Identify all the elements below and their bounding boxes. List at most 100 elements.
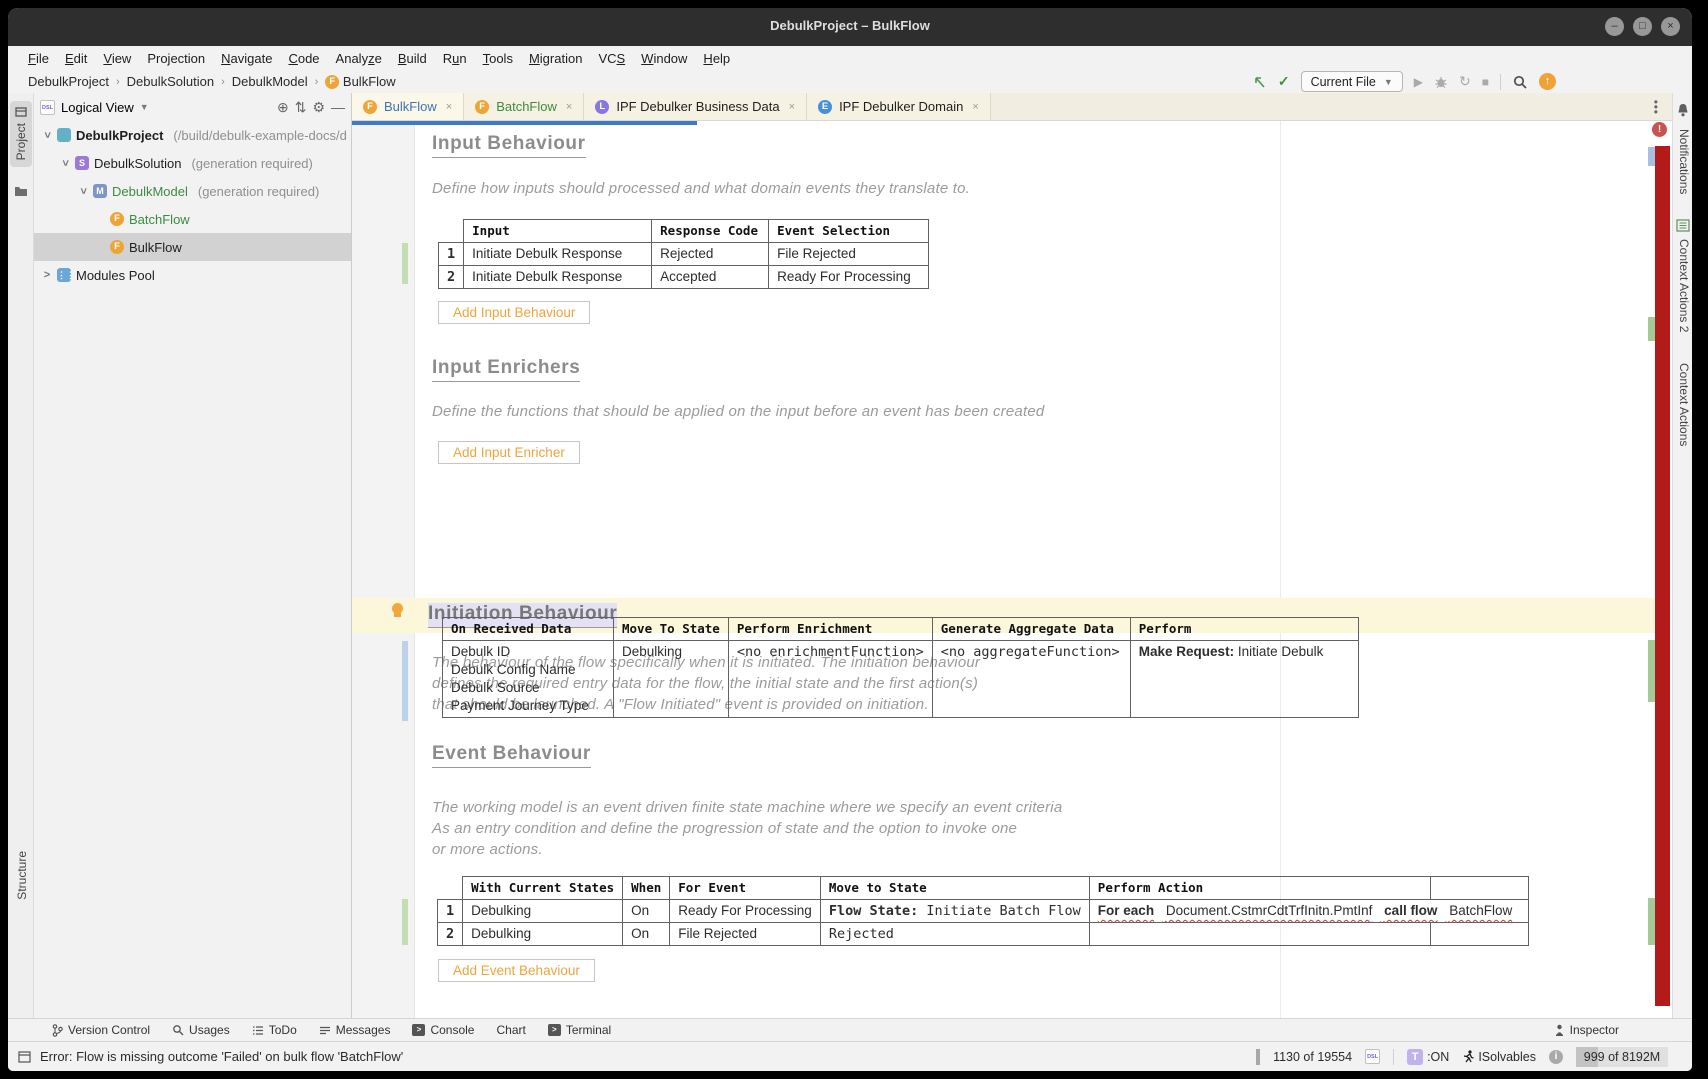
locate-file-icon[interactable]: ⊕ bbox=[277, 99, 289, 116]
context-actions-list-icon[interactable] bbox=[1676, 219, 1690, 232]
menu-file[interactable]: File bbox=[20, 51, 57, 66]
folder-icon[interactable] bbox=[14, 185, 28, 197]
tree-row-modules-pool[interactable]: > ⋮⋮ Modules Pool bbox=[34, 261, 351, 289]
info-icon[interactable]: i bbox=[1549, 1050, 1563, 1064]
view-selector[interactable]: Logical View bbox=[61, 100, 134, 115]
menu-run[interactable]: Run bbox=[435, 51, 475, 66]
tree-row-solution[interactable]: > S DebulkSolution (generation required) bbox=[34, 149, 351, 177]
tool-window-todo[interactable]: ToDo bbox=[252, 1023, 297, 1037]
memory-indicator-widget[interactable]: 999 of 8192M bbox=[1576, 1047, 1668, 1067]
add-input-enricher-button[interactable]: Add Input Enricher bbox=[438, 441, 580, 464]
tree-row-batchflow[interactable]: F BatchFlow bbox=[34, 205, 351, 233]
breadcrumb-file[interactable]: BulkFlow bbox=[343, 74, 396, 89]
notifications-bell-icon[interactable] bbox=[1676, 103, 1690, 118]
tab-domain[interactable]: E IPF Debulker Domain × bbox=[807, 93, 991, 120]
menu-view[interactable]: View bbox=[95, 51, 139, 66]
input-cell[interactable]: Initiate Debulk Response bbox=[464, 243, 652, 266]
close-button[interactable]: × bbox=[1661, 17, 1680, 36]
menu-build[interactable]: Build bbox=[390, 51, 435, 66]
context-actions-2-stripe-label[interactable]: Context Actions 2 bbox=[1677, 239, 1691, 332]
menu-edit[interactable]: Edit bbox=[57, 51, 95, 66]
intention-bulb-icon[interactable] bbox=[392, 603, 403, 614]
when-cell[interactable]: On bbox=[623, 900, 670, 923]
stripe-mark-added[interactable] bbox=[1648, 898, 1655, 945]
menu-help[interactable]: Help bbox=[695, 51, 738, 66]
tab-close-icon[interactable]: × bbox=[972, 101, 978, 113]
view-selector-chevron-icon[interactable]: ▼ bbox=[140, 102, 149, 112]
perform-action-cell[interactable]: For each Document.CstmrCdtTrfInitn.PmtIn… bbox=[1089, 900, 1528, 923]
menu-code[interactable]: Code bbox=[280, 51, 327, 66]
settings-gear-icon[interactable]: ⚙ bbox=[312, 99, 325, 116]
response-code-cell[interactable]: Rejected bbox=[652, 243, 769, 266]
isolvables-widget[interactable]: ISolvables bbox=[1462, 1050, 1536, 1064]
current-states-cell[interactable]: Debulking bbox=[463, 923, 623, 946]
tracing-toggle[interactable]: T :ON bbox=[1407, 1049, 1449, 1065]
current-states-cell[interactable]: Debulking bbox=[463, 900, 623, 923]
back-arrow-icon[interactable] bbox=[1252, 74, 1267, 89]
stripe-mark-added[interactable] bbox=[1648, 317, 1655, 341]
menu-migration[interactable]: Migration bbox=[521, 51, 590, 66]
input-cell[interactable]: Initiate Debulk Response bbox=[464, 266, 652, 289]
check-update-icon[interactable]: ✓ bbox=[1278, 73, 1290, 90]
expand-chevron-icon[interactable]: > bbox=[59, 158, 71, 168]
caret-position-widget[interactable]: 1130 of 19554 bbox=[1273, 1050, 1352, 1064]
ide-update-icon[interactable]: ↑ bbox=[1539, 73, 1556, 90]
tab-business-data[interactable]: L IPF Debulker Business Data × bbox=[584, 93, 807, 120]
stop-icon[interactable]: ■ bbox=[1482, 75, 1489, 89]
run-configuration-select[interactable]: Current File▼ bbox=[1301, 71, 1403, 92]
menu-navigate[interactable]: Navigate bbox=[213, 51, 280, 66]
tree-row-model[interactable]: > M DebulkModel (generation required) bbox=[34, 177, 351, 205]
search-everywhere-icon[interactable] bbox=[1512, 74, 1528, 90]
status-window-icon[interactable] bbox=[18, 1051, 31, 1063]
dsl-status-icon[interactable]: DSL bbox=[1365, 1049, 1380, 1064]
error-stripe-scrollbar[interactable] bbox=[1655, 146, 1670, 1006]
tool-window-terminal[interactable]: > Terminal bbox=[548, 1023, 611, 1037]
menu-projection[interactable]: Projection bbox=[139, 51, 213, 66]
for-event-cell[interactable]: Ready For Processing bbox=[670, 900, 821, 923]
breadcrumb-solution[interactable]: DebulkSolution bbox=[127, 74, 214, 89]
structure-stripe-label[interactable]: Structure bbox=[15, 851, 29, 900]
tab-close-icon[interactable]: × bbox=[789, 101, 795, 113]
perform-action-cell[interactable] bbox=[1089, 923, 1431, 946]
tree-row-bulkflow-selected[interactable]: F BulkFlow bbox=[34, 233, 351, 261]
add-input-behaviour-button[interactable]: Add Input Behaviour bbox=[438, 301, 590, 324]
menu-analyze[interactable]: Analyze bbox=[328, 51, 390, 66]
breadcrumb-model[interactable]: DebulkModel bbox=[232, 74, 308, 89]
maximize-button[interactable]: □ bbox=[1633, 17, 1652, 36]
stripe-mark-added[interactable] bbox=[1648, 640, 1655, 702]
minimize-button[interactable]: – bbox=[1605, 17, 1624, 36]
perform-cell[interactable]: Make Request: Initiate Debulk bbox=[1130, 641, 1358, 718]
tool-window-project[interactable]: Project bbox=[10, 101, 32, 167]
menu-window[interactable]: Window bbox=[633, 51, 695, 66]
for-event-cell[interactable]: File Rejected bbox=[670, 923, 821, 946]
tab-close-icon[interactable]: × bbox=[446, 101, 452, 113]
hide-panel-icon[interactable]: — bbox=[331, 99, 345, 115]
menu-tools[interactable]: Tools bbox=[475, 51, 521, 66]
add-event-behaviour-button[interactable]: Add Event Behaviour bbox=[438, 959, 595, 982]
tab-options-icon[interactable]: ••• bbox=[1654, 100, 1658, 115]
tree-row-project[interactable]: > DebulkProject (/build/debulk-example-d… bbox=[34, 121, 351, 149]
tool-window-chart[interactable]: Chart bbox=[496, 1023, 525, 1037]
when-cell[interactable]: On bbox=[623, 923, 670, 946]
context-actions-stripe-label[interactable]: Context Actions bbox=[1677, 363, 1691, 446]
tab-close-icon[interactable]: × bbox=[566, 101, 572, 113]
tool-window-messages[interactable]: Messages bbox=[319, 1023, 391, 1037]
on-received-data-cell[interactable]: Debulk ID Debulk Config Name Debulk Sour… bbox=[443, 641, 614, 718]
tab-bulkflow[interactable]: F BulkFlow × bbox=[352, 93, 464, 120]
move-to-state-cell[interactable]: Debulking bbox=[614, 641, 729, 718]
collapse-all-icon[interactable]: ⇅ bbox=[295, 99, 307, 116]
error-count-badge[interactable]: ! bbox=[1652, 122, 1667, 137]
breadcrumb-project[interactable]: DebulkProject bbox=[28, 74, 109, 89]
move-to-state-cell[interactable]: Flow State: Initiate Batch Flow bbox=[820, 900, 1089, 923]
stripe-mark-modified[interactable] bbox=[1648, 147, 1655, 166]
tab-batchflow[interactable]: F BatchFlow × bbox=[464, 93, 584, 120]
event-selection-cell[interactable]: File Rejected bbox=[769, 243, 929, 266]
rerun-icon[interactable]: ↻ bbox=[1459, 73, 1471, 90]
generate-aggregate-cell[interactable]: <no aggregateFunction> bbox=[932, 641, 1130, 718]
expand-chevron-icon[interactable]: > bbox=[41, 130, 53, 140]
collapsed-chevron-icon[interactable]: > bbox=[42, 269, 52, 281]
tool-window-inspector[interactable]: Inspector bbox=[1554, 1023, 1692, 1037]
debug-icon[interactable] bbox=[1434, 75, 1448, 89]
tool-window-console[interactable]: > Console bbox=[412, 1023, 474, 1037]
event-selection-cell[interactable]: Ready For Processing bbox=[769, 266, 929, 289]
